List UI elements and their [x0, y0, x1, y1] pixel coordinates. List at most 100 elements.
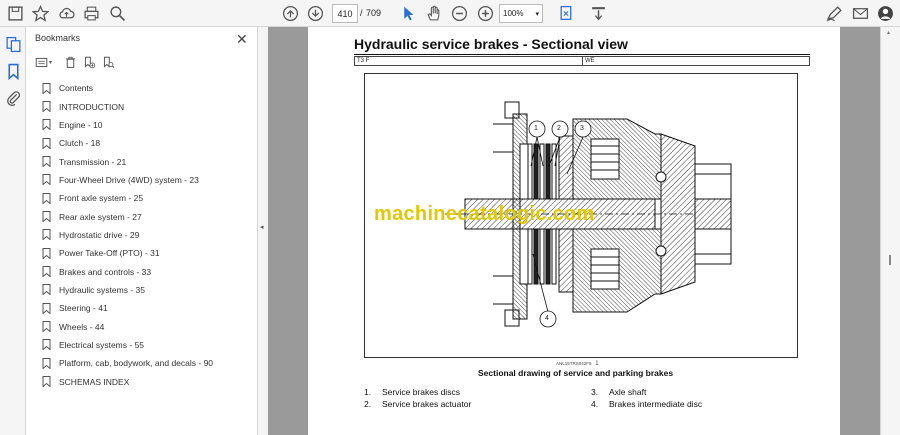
- page-total: 709: [366, 8, 382, 18]
- callout-4: 4: [545, 315, 549, 322]
- bookmark-item[interactable]: Hydraulic systems - 35: [42, 281, 257, 299]
- account-icon[interactable]: [876, 4, 895, 23]
- bookmark-label: Transmission - 21: [59, 156, 127, 167]
- bookmark-icon: [42, 357, 51, 369]
- bookmark-item[interactable]: Steering - 41: [42, 299, 257, 317]
- page-up-icon[interactable]: [281, 4, 300, 23]
- select-cursor-icon[interactable]: [399, 4, 418, 23]
- bookmark-item[interactable]: Clutch - 18: [42, 134, 257, 152]
- bookmark-label: Rear axle system - 27: [59, 211, 142, 222]
- bookmark-label: Steering - 41: [59, 303, 108, 314]
- legend-item-2: 2. Service brakes actuator: [364, 399, 472, 409]
- callout-3: 3: [580, 125, 584, 132]
- bookmark-label: Power Take-Off (PTO) - 31: [59, 248, 160, 259]
- bookmark-label: Brakes and controls - 33: [59, 266, 152, 277]
- chevron-left-icon: ◂: [260, 224, 264, 231]
- bookmark-icon: [42, 211, 51, 223]
- document-viewer: Hydraulic service brakes - Sectional vie…: [268, 27, 880, 435]
- bookmarks-panel: Bookmarks ✕ ▾ Contents INTRODUCTION Engine…: [26, 27, 258, 435]
- pages-thumbnail-icon[interactable]: [4, 35, 23, 54]
- bookmark-icon: [42, 339, 51, 351]
- panel-collapse-handle[interactable]: ◂: [258, 27, 268, 435]
- zoom-out-icon[interactable]: [450, 4, 469, 23]
- legend-item-4: 4. Brakes intermediate disc: [591, 399, 703, 409]
- bookmark-icon: [42, 101, 51, 113]
- bookmark-panel-icon[interactable]: [4, 62, 23, 81]
- mail-icon[interactable]: [851, 4, 870, 23]
- bookmark-label: Wheels - 44: [59, 321, 105, 332]
- watermark: machinecatalogic.com: [374, 203, 595, 225]
- panel-title: Bookmarks: [35, 33, 81, 43]
- hand-tool-icon[interactable]: [424, 4, 443, 23]
- bookmark-label: Clutch - 18: [59, 138, 101, 149]
- bookmark-label: SCHEMAS INDEX: [59, 376, 130, 387]
- bookmark-item[interactable]: Front axle system - 25: [42, 189, 257, 207]
- scroll-mode-icon[interactable]: [589, 4, 608, 23]
- pdf-page: Hydraulic service brakes - Sectional vie…: [308, 27, 840, 435]
- bookmark-icon: [42, 302, 51, 314]
- options-menu-icon[interactable]: ▾: [35, 56, 52, 69]
- bookmark-label: Front axle system - 25: [59, 193, 144, 204]
- bookmark-icon: [42, 247, 51, 259]
- code-left: T3 F: [357, 58, 370, 64]
- page-separator: /: [360, 8, 363, 18]
- bookmark-item[interactable]: Power Take-Off (PTO) - 31: [42, 244, 257, 262]
- add-bookmark-icon[interactable]: [83, 56, 96, 69]
- zoom-select[interactable]: 100% ▾: [499, 4, 543, 23]
- bookmark-label: Four-Wheel Drive (4WD) system - 23: [59, 174, 199, 185]
- save-icon[interactable]: [6, 4, 25, 23]
- bookmark-label: Engine - 10: [59, 119, 103, 130]
- bookmark-icon: [42, 174, 51, 186]
- heading-rule: [354, 54, 810, 55]
- scroll-up-icon[interactable]: ▴: [887, 29, 890, 36]
- page-fit-icon[interactable]: [557, 4, 576, 23]
- bookmark-label: Electrical systems - 55: [59, 339, 145, 350]
- delete-icon[interactable]: [64, 56, 77, 69]
- bookmark-label: INTRODUCTION: [59, 101, 125, 112]
- bookmark-item[interactable]: SCHEMAS INDEX: [42, 373, 257, 391]
- page-heading: Hydraulic service brakes - Sectional vie…: [354, 36, 628, 52]
- bookmark-label: Contents: [59, 83, 94, 94]
- bookmark-item[interactable]: Rear axle system - 27: [42, 207, 257, 225]
- bookmark-icon: [42, 156, 51, 168]
- bookmark-icon: [42, 229, 51, 241]
- page-number-input[interactable]: 410: [332, 4, 358, 23]
- figure-code: ANL15TRS042F8 1: [556, 361, 599, 367]
- bookmark-item[interactable]: Wheels - 44: [42, 317, 257, 335]
- sign-pen-icon[interactable]: [825, 4, 844, 23]
- bookmark-label: Hydraulic systems - 35: [59, 284, 145, 295]
- bookmark-item[interactable]: Electrical systems - 55: [42, 336, 257, 354]
- bookmark-label: Hydrostatic drive - 29: [59, 229, 140, 240]
- scrollbar-handle[interactable]: [889, 255, 891, 265]
- zoom-in-icon[interactable]: [476, 4, 495, 23]
- bookmark-icon: [42, 284, 51, 296]
- bookmark-item[interactable]: Hydrostatic drive - 29: [42, 226, 257, 244]
- bookmark-item[interactable]: Four-Wheel Drive (4WD) system - 23: [42, 171, 257, 189]
- bookmark-item[interactable]: INTRODUCTION: [42, 97, 257, 115]
- bookmark-icon: [42, 376, 51, 388]
- close-icon[interactable]: ✕: [236, 31, 248, 48]
- zoom-search-icon[interactable]: [108, 4, 127, 23]
- bookmark-item[interactable]: Transmission - 21: [42, 152, 257, 170]
- bookmark-icon: [42, 137, 51, 149]
- callout-1: 1: [534, 125, 538, 132]
- bookmark-icon: [42, 321, 51, 333]
- cloud-upload-icon[interactable]: [57, 4, 76, 23]
- right-scroll-strip[interactable]: ▴: [880, 27, 900, 435]
- attachment-icon[interactable]: [4, 88, 23, 107]
- bookmark-tools: ▾: [35, 54, 115, 70]
- bookmark-item[interactable]: Brakes and controls - 33: [42, 262, 257, 280]
- bookmark-list: Contents INTRODUCTION Engine - 10 Clutch - …: [42, 79, 257, 391]
- page-down-icon[interactable]: [306, 4, 325, 23]
- chevron-down-icon: ▾: [535, 10, 539, 18]
- print-icon[interactable]: [82, 4, 101, 23]
- bookmark-label: Platform, cab, bodywork, and decals - 90: [59, 358, 214, 369]
- star-icon[interactable]: [31, 4, 50, 23]
- find-bookmark-icon[interactable]: [102, 56, 115, 69]
- legend-item-1: 1. Service brakes discs: [364, 387, 460, 397]
- legend-item-3: 3. Axle shaft: [591, 387, 647, 397]
- bookmark-item[interactable]: Contents: [42, 79, 257, 97]
- bookmark-item[interactable]: Platform, cab, bodywork, and decals - 90: [42, 354, 257, 372]
- bookmark-icon: [42, 266, 51, 278]
- bookmark-item[interactable]: Engine - 10: [42, 116, 257, 134]
